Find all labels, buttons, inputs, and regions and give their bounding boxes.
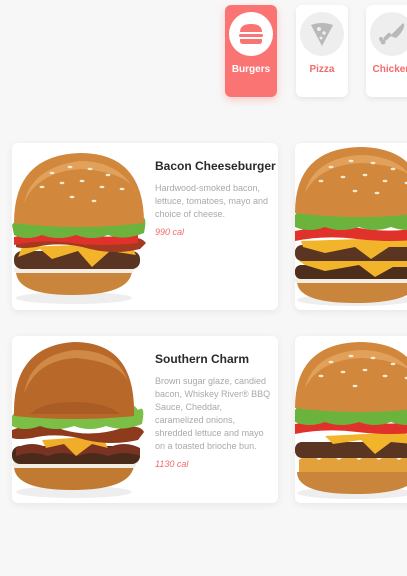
burger-image <box>295 147 407 306</box>
burger-icon <box>239 24 263 44</box>
category-label: Pizza <box>309 64 335 75</box>
category-tab-burgers[interactable]: Burgers <box>225 5 277 97</box>
menu-item-title: Bacon Cheeseburger <box>155 159 276 173</box>
menu-item-description: Brown sugar glaze, candied bacon, Whiske… <box>155 376 271 451</box>
menu-item-card[interactable] <box>295 336 407 503</box>
pizza-icon <box>311 23 333 46</box>
menu-item-text: Southern Charm Brown sugar glaze, candie… <box>155 352 273 469</box>
southern-charm-image <box>12 342 144 498</box>
category-tab-pizza[interactable]: Pizza <box>296 5 348 97</box>
bacon-cheeseburger-image <box>12 153 146 304</box>
category-label: Chicken <box>372 64 407 75</box>
menu-item-text: Bacon Cheeseburger Hardwood-smoked bacon… <box>155 159 276 237</box>
menu-item-title: Southern Charm <box>155 352 250 366</box>
burger-image <box>295 342 407 499</box>
menu-item-card[interactable]: Southern Charm Brown sugar glaze, candie… <box>12 336 278 503</box>
chicken-icon <box>379 23 405 45</box>
category-label: Burgers <box>231 64 271 75</box>
category-icon-bubble <box>300 12 344 56</box>
menu-item-card[interactable] <box>295 143 407 310</box>
menu-item-calories: 990 cal <box>155 227 185 237</box>
category-tab-chicken[interactable]: Chicken <box>366 5 407 97</box>
menu-item-card[interactable]: Bacon Cheeseburger Hardwood-smoked bacon… <box>12 143 278 310</box>
menu-item-calories: 1130 cal <box>155 459 189 469</box>
menu-item-description: Hardwood-smoked bacon, lettuce, tomatoes… <box>155 183 269 219</box>
category-icon-bubble <box>370 12 407 56</box>
category-icon-bubble <box>229 12 273 56</box>
